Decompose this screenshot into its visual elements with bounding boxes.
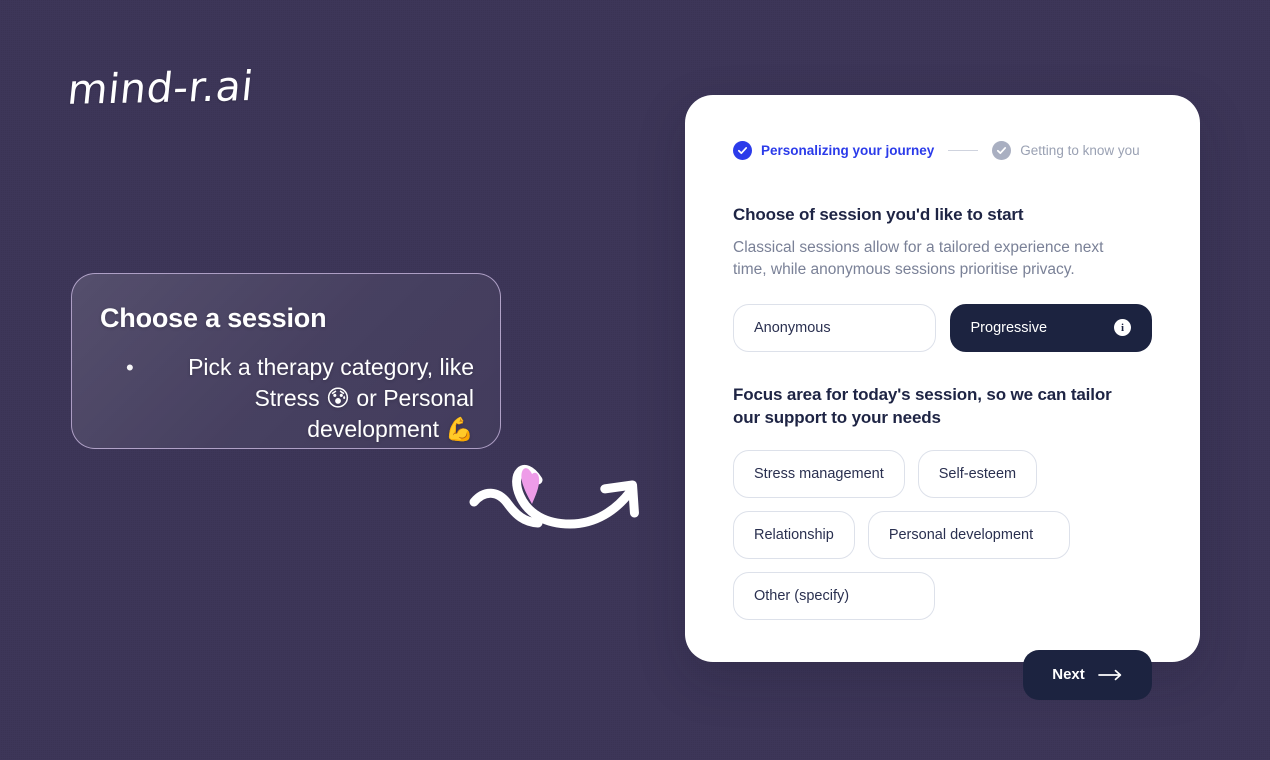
stepper-step-getting-to-know-you[interactable]: Getting to know you bbox=[992, 141, 1140, 160]
focus-chip-personal-development[interactable]: Personal development bbox=[867, 510, 1070, 559]
session-section-title: Choose of session you'd like to start bbox=[733, 205, 1024, 224]
session-option-progressive-label: Progressive bbox=[970, 319, 1048, 336]
curved-arrow-doodle-icon bbox=[469, 465, 639, 529]
check-circle-icon bbox=[992, 141, 1012, 160]
focus-chip-label: Stress management bbox=[754, 465, 884, 482]
callout-bullet: • Pick a therapy category, like Stress 😰… bbox=[100, 352, 474, 445]
progress-stepper: Personalizing your journey Getting to kn… bbox=[733, 141, 1152, 160]
next-button[interactable]: Next bbox=[1023, 649, 1152, 700]
stepper-connector bbox=[948, 149, 979, 152]
focus-chip-self-esteem[interactable]: Self-esteem bbox=[917, 449, 1038, 498]
onboarding-panel: Personalizing your journey Getting to kn… bbox=[685, 95, 1200, 700]
focus-area-chips: Stress management Self-esteem Relationsh… bbox=[733, 449, 1152, 620]
callout-title: Choose a session bbox=[100, 303, 327, 333]
arrow-right-icon bbox=[1097, 669, 1123, 681]
brand-wordmark: mind-r.ai bbox=[65, 62, 256, 114]
stepper-label-getting-to-know-you: Getting to know you bbox=[1020, 143, 1140, 158]
app-background: mind-r.ai Choose a session • Pick a ther… bbox=[0, 0, 1270, 760]
bullet-dot-icon: • bbox=[126, 354, 134, 380]
focus-section-title: Focus area for today's session, so we ca… bbox=[733, 384, 1112, 427]
panel-footer: Next bbox=[733, 649, 1152, 700]
focus-chip-label: Relationship bbox=[754, 526, 834, 543]
stepper-label-personalizing: Personalizing your journey bbox=[761, 143, 935, 158]
session-section-description: Classical sessions allow for a tailored … bbox=[733, 238, 1104, 279]
info-icon[interactable]: i bbox=[1114, 319, 1131, 337]
next-button-label: Next bbox=[1052, 666, 1085, 684]
focus-chip-other[interactable]: Other (specify) bbox=[733, 571, 935, 620]
focus-chip-label: Personal development bbox=[888, 526, 1034, 543]
focus-chip-label: Other (specify) bbox=[754, 587, 850, 604]
callout-card: Choose a session • Pick a therapy catego… bbox=[71, 273, 501, 449]
callout-bullet-text: Pick a therapy category, like Stress 😰 o… bbox=[188, 353, 474, 442]
focus-chip-stress-management[interactable]: Stress management bbox=[733, 449, 905, 498]
session-option-anonymous[interactable]: Anonymous bbox=[733, 303, 936, 352]
stepper-step-personalizing[interactable]: Personalizing your journey bbox=[733, 141, 934, 160]
focus-chip-label: Self-esteem bbox=[938, 465, 1017, 482]
check-circle-icon bbox=[733, 141, 752, 160]
session-type-options: Anonymous Progressive i bbox=[733, 303, 1152, 352]
session-option-progressive[interactable]: Progressive i bbox=[949, 303, 1152, 352]
focus-chip-relationship[interactable]: Relationship bbox=[733, 510, 855, 559]
session-option-anonymous-label: Anonymous bbox=[754, 319, 831, 336]
